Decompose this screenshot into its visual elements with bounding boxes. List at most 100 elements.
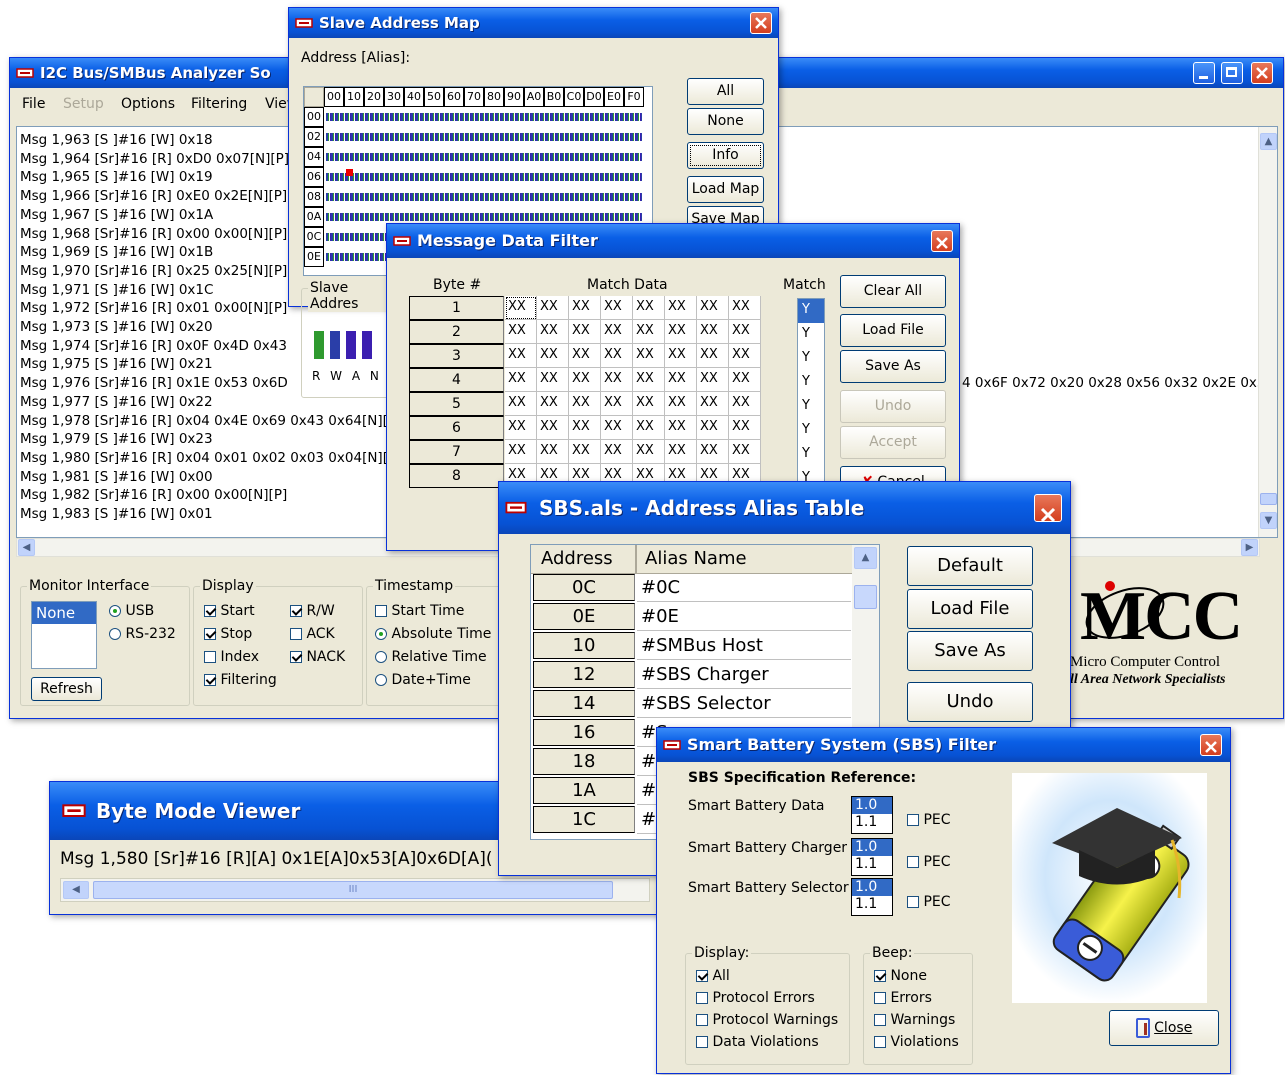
slave-map-close-button[interactable] — [750, 12, 772, 34]
filter-byte-row-header[interactable]: 2 — [409, 320, 504, 344]
alias-address-cell[interactable]: 1C — [533, 806, 635, 833]
filter-data-cell[interactable]: XX — [665, 320, 697, 344]
filter-titlebar[interactable]: Message Data Filter — [387, 224, 959, 258]
alias-col-name[interactable]: Alias Name — [645, 548, 747, 569]
absolute-time-radio[interactable]: Absolute Time — [375, 626, 491, 642]
filter-save-as-button[interactable]: Save As — [840, 350, 946, 383]
alias-save-as-button[interactable]: Save As — [907, 631, 1033, 671]
filter-close-button[interactable] — [931, 230, 953, 252]
scroll-thumb[interactable] — [1260, 493, 1277, 505]
sbs-version-1-1[interactable]: 1.1 — [852, 896, 892, 913]
beep-warnings-checkbox[interactable]: Warnings — [874, 1012, 955, 1028]
filter-data-cell[interactable]: XX — [633, 440, 665, 464]
alias-address-cell[interactable]: 10 — [533, 632, 635, 659]
grid-address-row[interactable] — [326, 173, 642, 181]
refresh-button[interactable]: Refresh — [31, 677, 102, 701]
filter-load-file-button[interactable]: Load File — [840, 314, 946, 347]
grid-address-row[interactable] — [326, 213, 642, 221]
filter-match-cell[interactable]: Y — [798, 347, 824, 371]
sbs-pec-checkbox[interactable]: PEC — [907, 812, 951, 828]
filter-data-cell[interactable]: XX — [729, 440, 761, 464]
slave-none-button[interactable]: None — [687, 108, 764, 135]
slave-load-map-button[interactable]: Load Map — [687, 176, 764, 203]
alias-col-address[interactable]: Address — [541, 548, 613, 569]
grid-address-row[interactable] — [326, 193, 642, 201]
filter-data-cell[interactable]: XX — [697, 320, 729, 344]
scroll-right-button[interactable]: ▶ — [1241, 539, 1258, 556]
sbs-version-1-0[interactable]: 1.0 — [852, 839, 892, 856]
alias-name-cell[interactable]: #SMBus Host — [637, 632, 851, 660]
filter-match-cell[interactable]: Y — [798, 371, 824, 395]
filter-data-cell[interactable]: XX — [697, 416, 729, 440]
filter-match-cell[interactable]: Y — [798, 323, 824, 347]
stop-checkbox[interactable]: Stop — [204, 626, 252, 642]
sbs-version-1-1[interactable]: 1.1 — [852, 814, 892, 831]
log-line[interactable]: Msg 1,981 [S ]#16 [W] 0x00 — [20, 468, 388, 487]
sbs-version-list[interactable]: 1.0 1.1 — [851, 838, 893, 876]
filter-data-cell[interactable]: XX — [601, 320, 633, 344]
close-button[interactable] — [1251, 62, 1273, 84]
slave-all-button[interactable]: All — [687, 78, 764, 105]
alias-name-cell[interactable]: #0E — [637, 603, 851, 631]
filter-data-cell[interactable]: XX — [633, 392, 665, 416]
filter-data-cell[interactable]: XX — [697, 296, 729, 320]
grid-address-row[interactable] — [326, 133, 642, 141]
grid-address-row[interactable] — [326, 113, 642, 121]
sbs-version-list[interactable]: 1.0 1.1 — [851, 878, 893, 916]
relative-time-radio[interactable]: Relative Time — [375, 649, 487, 665]
sbs-version-1-1[interactable]: 1.1 — [852, 856, 892, 873]
filter-data-cell[interactable]: XX — [537, 416, 569, 440]
grid-address-row[interactable] — [326, 153, 642, 161]
alias-name-cell[interactable]: #0C — [637, 574, 851, 602]
sbs-titlebar[interactable]: Smart Battery System (SBS) Filter — [657, 728, 1230, 762]
filter-match-cell[interactable]: Y — [798, 419, 824, 443]
filter-data-cell[interactable]: XX — [537, 344, 569, 368]
filter-data-cell[interactable]: XX — [505, 320, 537, 344]
filter-data-cell[interactable]: XX — [633, 320, 665, 344]
alias-address-cell[interactable]: 0E — [533, 603, 635, 630]
menu-setup[interactable]: Setup — [63, 96, 104, 112]
filter-data-cell[interactable]: XX — [729, 368, 761, 392]
filter-data-cell[interactable]: XX — [729, 344, 761, 368]
beep-none-checkbox[interactable]: None — [874, 968, 927, 984]
sbs-close-button[interactable]: Close — [1109, 1010, 1219, 1046]
filter-data-cell[interactable]: XX — [569, 416, 601, 440]
filter-data-cell[interactable]: XX — [665, 296, 697, 320]
rw-checkbox[interactable]: R/W — [290, 603, 335, 619]
start-checkbox[interactable]: Start — [204, 603, 255, 619]
alias-address-cell[interactable]: 0C — [533, 574, 635, 601]
index-checkbox[interactable]: Index — [204, 649, 259, 665]
match-column[interactable]: YYYYYYYY — [797, 298, 825, 488]
menu-filtering[interactable]: Filtering — [191, 96, 247, 112]
scroll-left-button[interactable]: ◀ — [18, 539, 35, 556]
filter-data-cell[interactable]: XX — [697, 392, 729, 416]
filter-data-cell[interactable]: XX — [665, 344, 697, 368]
filter-data-cell[interactable]: XX — [729, 320, 761, 344]
filter-byte-row-header[interactable]: 4 — [409, 368, 504, 392]
alias-address-cell[interactable]: 14 — [533, 690, 635, 717]
filter-data-cell[interactable]: XX — [505, 296, 537, 320]
filter-byte-row-header[interactable]: 1 — [409, 296, 504, 320]
minimize-button[interactable] — [1193, 62, 1215, 84]
alias-scroll-up-button[interactable]: ▲ — [854, 547, 877, 569]
clear-all-button[interactable]: Clear All — [840, 275, 946, 308]
filter-data-cell[interactable]: XX — [729, 296, 761, 320]
filter-byte-row-header[interactable]: 7 — [409, 440, 504, 464]
log-line[interactable]: Msg 1,978 [Sr]#16 [R] 0x04 0x4E 0x69 0x4… — [20, 412, 388, 431]
filter-accept-button[interactable]: Accept — [840, 426, 946, 459]
alias-name-cell[interactable]: #SBS Selector — [637, 690, 851, 718]
filter-data-cell[interactable]: XX — [601, 296, 633, 320]
filter-data-cell[interactable]: XX — [505, 416, 537, 440]
menu-file[interactable]: File — [22, 96, 45, 112]
filter-match-cell[interactable]: Y — [798, 299, 824, 323]
alias-address-cell[interactable]: 16 — [533, 719, 635, 746]
usb-radio[interactable]: USB — [109, 603, 154, 619]
filter-data-cell[interactable]: XX — [633, 368, 665, 392]
filter-data-cell[interactable]: XX — [537, 296, 569, 320]
filter-data-cell[interactable]: XX — [633, 344, 665, 368]
filter-data-cell[interactable]: XX — [537, 440, 569, 464]
alias-close-button[interactable] — [1034, 494, 1062, 523]
filter-data-cell[interactable]: XX — [505, 440, 537, 464]
sbs-all-checkbox[interactable]: All — [696, 968, 730, 984]
filter-data-cell[interactable]: XX — [633, 416, 665, 440]
